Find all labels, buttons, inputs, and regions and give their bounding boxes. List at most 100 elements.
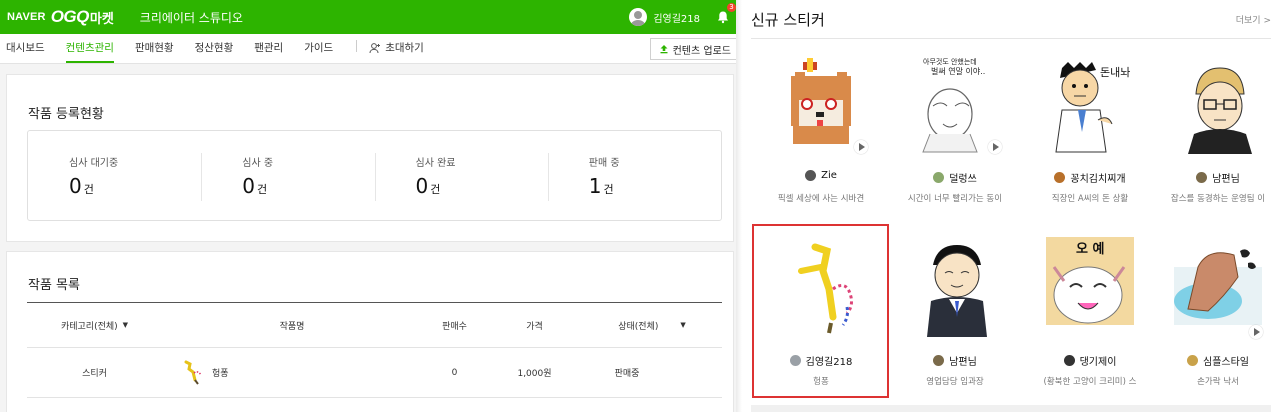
stat-value: 0건 (415, 174, 441, 198)
sticker-description: 헝퐁 (813, 377, 829, 387)
panel-shadow (736, 0, 742, 412)
sticker-thumbnail (184, 360, 202, 385)
creator-studio-panel: NAVER OGQ 마켓 크리에이터 스튜디오 김영길218 3 대시보드 컨텐… (0, 0, 736, 412)
upload-icon (660, 45, 668, 54)
works-list-card: 작품 목록 카테고리(전체) ▼ 작품명 판매수 가격 상태(전체) ▼ 스티커 헝… (6, 251, 734, 412)
sticker-author: 김영길218 (754, 353, 888, 368)
author-avatar-icon (1054, 172, 1066, 183)
sticker-description: 픽셀 세상에 사는 시바견 (777, 194, 865, 204)
row-name: 헝퐁 (212, 369, 229, 379)
caret-down-icon: ▼ (680, 321, 686, 329)
glasses-man-sticker-art (1188, 67, 1252, 154)
sticker-author: 심플스타일 (1151, 353, 1280, 368)
content-upload-button[interactable]: 컨텐츠 업로드 (649, 38, 736, 60)
author-avatar-icon (1063, 355, 1075, 366)
nav-guide[interactable]: 가이드 (304, 40, 333, 63)
table-header: 카테고리(전체) ▼ 작품명 판매수 가격 상태(전체) ▼ (27, 302, 722, 348)
stat-label: 판매 중 (588, 158, 620, 169)
author-avatar-icon (789, 355, 801, 366)
sticker-card[interactable]: 아무것도 안했는데 벌써 연말 이야.. 덜렁쓰 시간이 너무 빨리가는 동이 (888, 44, 1022, 214)
user-avatar (629, 8, 648, 26)
caret-down-icon: ▼ (122, 321, 129, 329)
upload-label: 컨텐츠 업로드 (672, 45, 731, 57)
row-sales: 0 (451, 367, 458, 378)
sticker-card[interactable]: 남편님 잡스를 동경하는 운영팀 이 (1151, 44, 1280, 214)
sticker-author: 덜렁쓰 (888, 170, 1022, 185)
play-icon[interactable] (1249, 325, 1263, 339)
svg-text:아무것도 안했는데: 아무것도 안했는데 (923, 57, 977, 66)
status-filter[interactable]: 상태(전체) ▼ (582, 303, 722, 347)
play-icon[interactable] (854, 140, 868, 154)
nav-divider (356, 40, 358, 52)
sticker-card[interactable]: Zie 픽셀 세상에 사는 시바견 (754, 44, 888, 214)
stat-label: 심사 완료 (415, 158, 456, 169)
sticker-author: 남편님 (888, 353, 1022, 368)
stat-value: 1건 (588, 174, 614, 198)
works-list-title: 작품 목록 (28, 278, 80, 293)
stat-reviewed[interactable]: 심사 완료 0건 (374, 131, 548, 220)
sticker-card[interactable]: 심플스타일 손가락 낙서 (1151, 227, 1280, 397)
registration-status-title: 작품 등록현황 (28, 107, 104, 122)
old-man-sticker-art: 아무것도 안했는데 벌써 연말 이야.. (922, 57, 985, 153)
column-header: 판매수 (442, 321, 467, 332)
row-status: 판매중 (614, 369, 640, 379)
new-stickers-panel: 신규 스티커 더보기 > Zie 픽셀 세상에 사는 시바견 아무것도 안했는데… (736, 0, 1280, 412)
stat-reviewing[interactable]: 심사 중 0건 (201, 131, 374, 220)
notification-badge: 3 (727, 3, 736, 12)
tube-man-sticker-art (798, 243, 853, 334)
sticker-card[interactable]: 김영길218 헝퐁 (754, 227, 888, 397)
panel-bottom-border (751, 405, 1271, 412)
sticker-author: 꽁치김치찌개 (1023, 170, 1157, 185)
column-header: 작품명 (279, 321, 305, 332)
nav-settlement[interactable]: 정산현황 (195, 40, 234, 63)
play-icon[interactable] (988, 140, 1002, 154)
column-header: 카테고리(전체) (60, 321, 118, 332)
column-header: 상태(전체) (618, 321, 659, 332)
table-row[interactable]: 스티커 헝퐁 0 1,000원 판매중 (27, 348, 722, 398)
author-avatar-icon (1196, 172, 1208, 183)
stat-value: 0건 (69, 174, 94, 198)
user-name: 김영길218 (653, 13, 700, 25)
stat-on-sale[interactable]: 판매 중 1건 (547, 131, 721, 220)
suit-man-sticker-art (927, 245, 987, 337)
sticker-description: 직장인 A씨의 돈 상활 (1051, 194, 1129, 204)
stat-pending[interactable]: 심사 대기중 0건 (28, 131, 201, 220)
status-stats: 심사 대기중 0건 심사 중 0건 심사 완료 0건 판매 중 1건 (27, 130, 722, 221)
nav-fan-management[interactable]: 팬관리 (254, 40, 283, 63)
stat-value: 0건 (242, 174, 268, 198)
sticker-card[interactable]: 오 예 댕기제이 (황북한 고양이 크리미) 스 (1023, 227, 1157, 397)
market-logo-text[interactable]: 마켓 (90, 8, 114, 27)
svg-text:벌써 연말 이야..: 벌써 연말 이야.. (931, 66, 985, 76)
finger-sticker-art (1174, 249, 1262, 325)
sticker-description: 잡스를 동경하는 운영팀 이 (1170, 194, 1266, 204)
category-filter[interactable]: 카테고리(전체) ▼ (27, 303, 162, 347)
svg-text:오 예: 오 예 (1076, 241, 1104, 257)
new-stickers-title: 신규 스티커 (751, 11, 825, 29)
author-avatar-icon (1187, 355, 1198, 366)
row-work[interactable]: 헝퐁 (182, 348, 262, 397)
studio-title[interactable]: 크리에이터 스튜디오 (140, 9, 243, 26)
nav-content-management[interactable]: 컨텐츠관리 (65, 40, 114, 63)
user-menu[interactable]: 김영길218 (629, 0, 700, 34)
registration-status-card: 작품 등록현황 심사 대기중 0건 심사 중 0건 심사 완료 0건 판매 중 … (6, 74, 734, 242)
sticker-description: (황북한 고양이 크리미) 스 (1043, 377, 1137, 387)
sticker-description: 시간이 너무 빨리가는 동이 (907, 194, 1003, 204)
author-avatar-icon (805, 170, 817, 181)
sticker-description: 영업담당 임과장 (926, 377, 984, 387)
ogq-logo[interactable]: OGQ (51, 7, 90, 27)
naver-logo[interactable]: NAVER (7, 11, 46, 23)
invite-link[interactable]: 초대하기 (369, 40, 424, 63)
svg-text:돈내놔: 돈내놔 (1100, 66, 1130, 79)
sticker-author: 남편님 (1151, 170, 1280, 185)
sticker-card[interactable]: 남편님 영업담당 임과장 (888, 227, 1022, 397)
sticker-card[interactable]: 돈내놔 꽁치김치찌개 직장인 A씨의 돈 상활 (1023, 44, 1157, 214)
nav-dashboard[interactable]: 대시보드 (6, 40, 45, 63)
sub-navigation: 대시보드 컨텐츠관리 판매현황 정산현황 팬관리 가이드 초대하기 컨텐츠 업로… (0, 34, 736, 64)
nav-sales-status[interactable]: 판매현황 (135, 40, 174, 63)
author-avatar-icon (933, 355, 945, 366)
sticker-author: Zie (754, 170, 888, 181)
more-link[interactable]: 더보기 > (1236, 13, 1271, 26)
person-add-icon (369, 42, 381, 53)
column-header: 가격 (526, 321, 543, 332)
stat-label: 심사 대기중 (69, 158, 119, 169)
